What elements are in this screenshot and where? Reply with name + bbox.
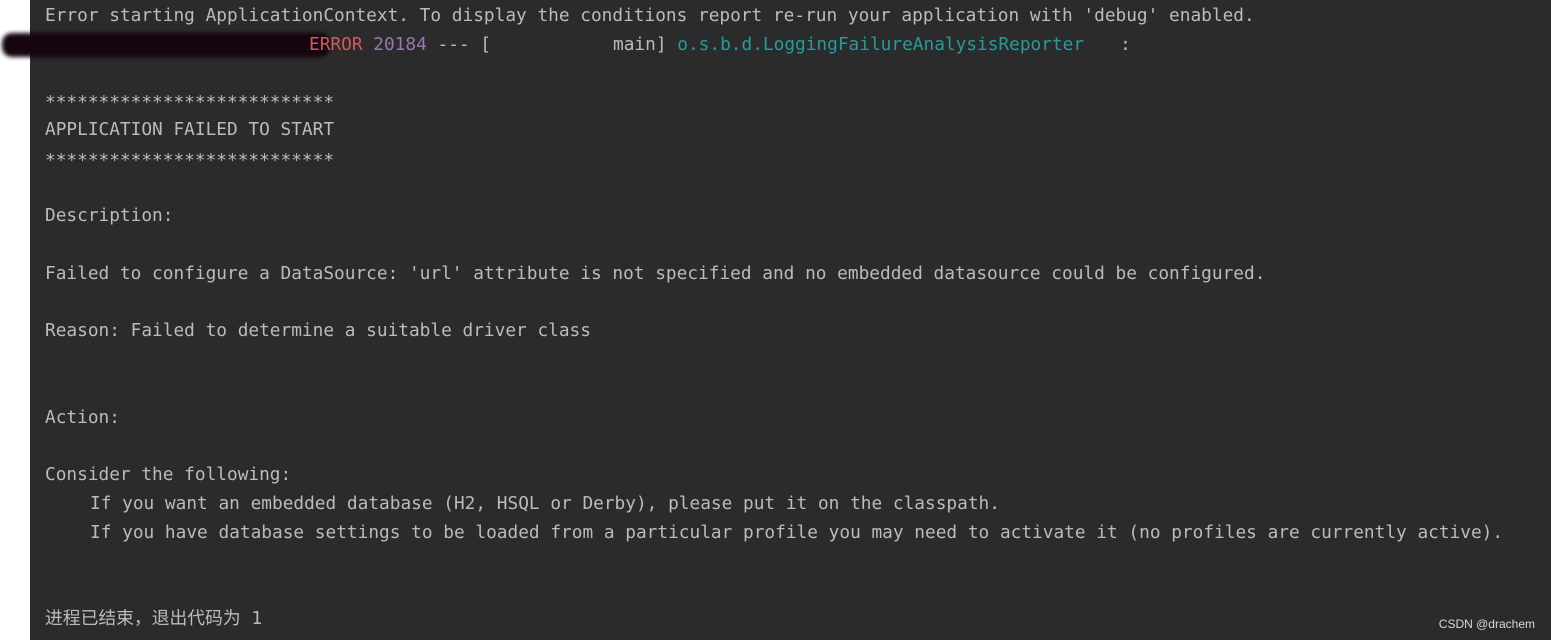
description-text: Failed to configure a DataSource: 'url' …: [45, 263, 1266, 284]
consider-text: Consider the following:: [45, 464, 292, 485]
suggestion-2: If you have database settings to be load…: [90, 522, 1504, 543]
log-logger: o.s.b.d.LoggingFailureAnalysisReporter: [677, 34, 1085, 55]
log-level: ERROR: [309, 34, 363, 55]
log-colon: :: [1120, 34, 1131, 55]
description-label: Description:: [45, 205, 174, 226]
log-pid: 20184: [373, 34, 427, 55]
log-line: ERROR 20184 --- [ main] o.s.b.d.LoggingFa…: [45, 33, 1131, 57]
exit-line: 进程已结束，退出代码为 1: [45, 607, 262, 631]
exit-label: 进程已结束，退出代码为: [45, 608, 241, 629]
exit-code: 1: [251, 608, 263, 629]
reason-text: Reason: Failed to determine a suitable d…: [45, 320, 591, 341]
stars-top: ***************************: [45, 92, 335, 113]
stars-bottom: ***************************: [45, 150, 335, 171]
failed-title: APPLICATION FAILED TO START: [45, 119, 335, 140]
action-label: Action:: [45, 407, 120, 428]
header-line: Error starting ApplicationContext. To di…: [45, 5, 1255, 26]
log-separator: --- [: [426, 34, 492, 55]
console-output[interactable]: Error starting ApplicationContext. To di…: [2, 0, 1551, 640]
suggestion-1: If you want an embedded database (H2, HS…: [90, 493, 1000, 514]
log-thread: main]: [613, 34, 667, 55]
watermark: CSDN @drachem: [1438, 617, 1535, 631]
